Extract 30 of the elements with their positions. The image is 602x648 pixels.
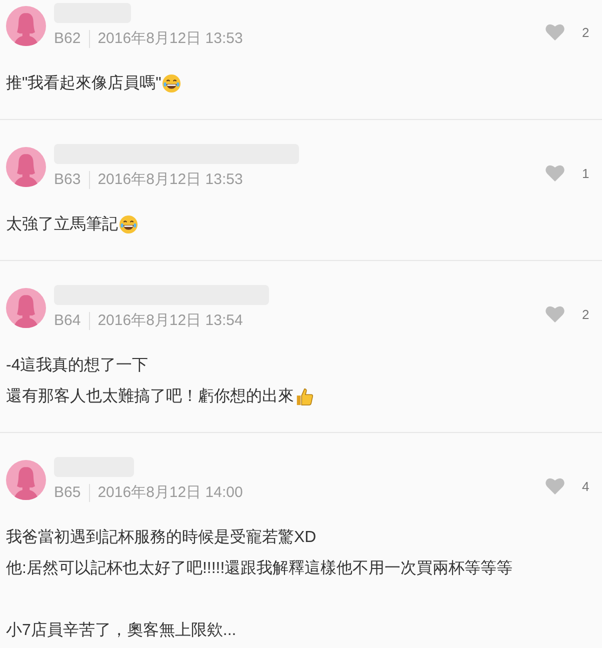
avatar-icon <box>6 147 46 187</box>
like-count: 2 <box>582 24 590 40</box>
avatar-icon <box>6 288 46 328</box>
thumbs-up-icon <box>295 387 314 406</box>
floor-number: B63 <box>54 171 81 188</box>
post-time: 2016年8月12日 13:53 <box>98 170 243 189</box>
comment-text: 我爸當初遇到記杯服務的時候是受寵若驚XD <box>6 528 316 548</box>
heart-icon[interactable] <box>544 22 566 42</box>
post-time: 2016年8月12日 13:53 <box>98 29 243 48</box>
comment-text: 小7店員辛苦了，奧客無上限欸... <box>6 620 236 641</box>
comment-text: -4這我真的想了一下 <box>6 356 148 376</box>
avatar-icon <box>6 460 46 500</box>
floor-number: B65 <box>54 484 81 501</box>
avatar-icon <box>6 6 46 46</box>
heart-icon[interactable] <box>544 304 566 324</box>
laughing-face-icon <box>162 74 182 93</box>
comment-text: 他:居然可以記杯也太好了吧!!!!!還跟我解釋這樣他不用一次買兩杯等等等 <box>6 558 513 579</box>
comment-text: 太強了立馬筆記 <box>6 214 118 235</box>
floor-number: B64 <box>54 312 81 329</box>
heart-icon[interactable] <box>544 163 566 183</box>
like-count: 4 <box>582 478 590 494</box>
laughing-face-icon <box>119 215 138 234</box>
heart-icon[interactable] <box>544 476 566 496</box>
post-time: 2016年8月12日 14:00 <box>98 483 243 502</box>
like-count: 1 <box>582 166 590 180</box>
floor-number: B62 <box>54 30 81 47</box>
like-count: 2 <box>582 306 590 322</box>
comment-text: 推"我看起來像店員嗎" <box>6 74 162 94</box>
comment-text: 還有那客人也太難搞了吧！虧你想的出來 <box>6 386 294 407</box>
post-time: 2016年8月12日 13:54 <box>98 311 243 330</box>
